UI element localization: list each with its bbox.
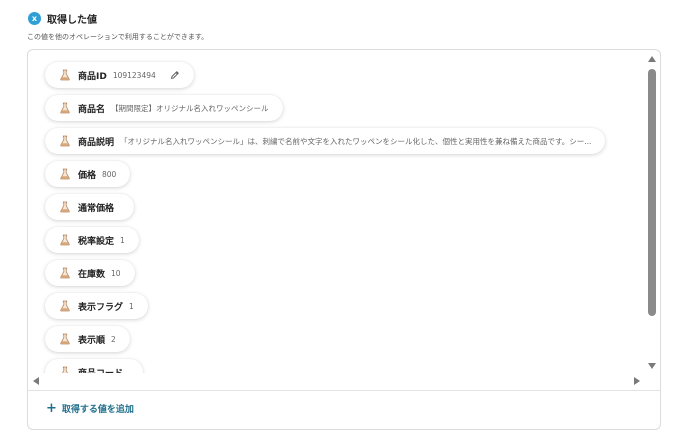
value-chip[interactable]: 通常価格 [45,194,135,220]
value-chip-label: 表示順 [78,335,106,346]
flask-icon [59,168,71,180]
pencil-icon[interactable] [170,70,180,80]
section-header: x 取得した値 [28,11,97,26]
flask-icon [59,300,71,312]
scroll-left-arrow[interactable] [33,377,39,385]
values-list-viewport: 商品ID 109123494 商品名 【期間限定】オリジナル名入れワッペンシール商品説… [28,50,646,373]
add-value-button[interactable]: + 取得する値を追加 [46,402,134,415]
flask-icon [59,366,71,373]
flask-icon [59,102,71,114]
vertical-scroll-thumb[interactable] [648,69,656,316]
vertical-scrollbar[interactable] [644,50,660,373]
value-chip[interactable]: 商品説明 「オリジナル名入れワッペンシール」は、刺繍で名前や文字を入れたワッペンを… [45,128,606,154]
value-chip-label: 表示フラグ [78,302,124,313]
value-chip-label: 商品説明 [78,137,115,148]
flask-icon [59,333,71,345]
value-chip-label: 商品コード [78,366,123,374]
flask-icon [59,201,71,213]
value-chip-value: 10 [111,268,121,278]
value-chip-label: 価格 [78,170,97,181]
section-title: 取得した値 [47,15,97,26]
add-value-label: 取得する値を追加 [61,405,134,415]
value-chip[interactable]: 在庫数 10 [45,260,135,286]
divider [28,390,660,391]
flask-icon [59,267,71,279]
value-chip[interactable]: 商品コード [45,359,144,374]
value-chip-value: 「オリジナル名入れワッペンシール」は、刺繍で名前や文字を入れたワッペンをシール化… [120,136,592,146]
value-chip-value: 2 [111,334,116,344]
value-chip[interactable]: 価格 800 [45,161,131,187]
value-chip-label: 商品名 [78,104,106,115]
value-chip-value: 【期間限定】オリジナル名入れワッペンシール [111,103,269,113]
flask-icon [59,135,71,147]
value-chip-value: 1 [129,301,134,311]
scroll-up-arrow[interactable] [648,56,656,62]
plus-icon: + [46,401,57,416]
value-chip-label: 通常価格 [78,203,115,214]
value-chip-value: 1 [120,235,125,245]
scroll-right-arrow[interactable] [634,377,640,385]
horizontal-scrollbar[interactable] [28,374,646,386]
value-chip-label: 商品ID [78,71,107,82]
scroll-down-arrow[interactable] [648,363,656,369]
info-badge-icon: x [28,12,41,25]
value-chip-value: 800 [102,169,117,179]
value-chip[interactable]: 商品名 【期間限定】オリジナル名入れワッペンシール [45,95,283,121]
flask-icon [59,234,71,246]
value-chip[interactable]: 商品ID 109123494 [45,62,194,88]
value-chip-label: 在庫数 [78,269,106,280]
value-chip[interactable]: 表示順 2 [45,326,130,352]
value-chip[interactable]: 税率設定 1 [45,227,139,253]
value-chip-label: 税率設定 [78,236,115,247]
section-subtitle: この値を他のオペレーションで利用することができます。 [27,33,209,41]
flask-icon [59,69,71,81]
values-panel: 商品ID 109123494 商品名 【期間限定】オリジナル名入れワッペンシール商品説… [27,49,661,430]
value-chip[interactable]: 表示フラグ 1 [45,293,148,319]
value-chip-value: 109123494 [112,70,156,80]
